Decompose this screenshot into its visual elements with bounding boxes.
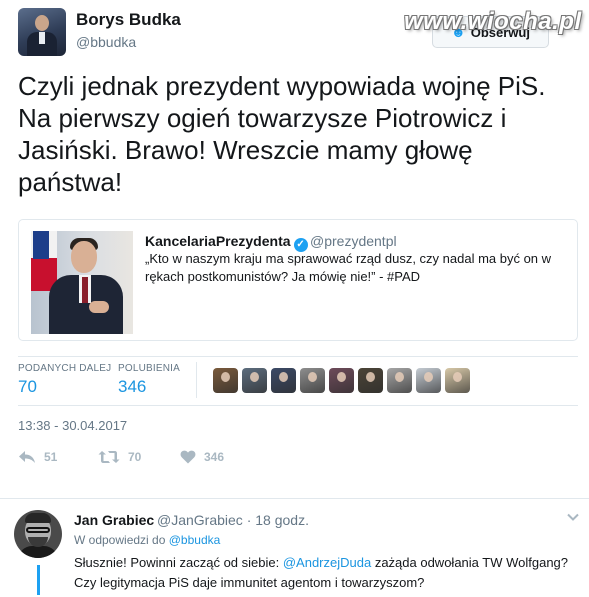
liker-face-shape (337, 372, 346, 382)
liker-face-shape (250, 372, 259, 382)
liker-face-shape (395, 372, 404, 382)
liker-face-shape (308, 372, 317, 382)
retweet-icon (98, 451, 120, 463)
image-hand (89, 301, 109, 313)
reply-mention-andrzejduda[interactable]: @AndrzejDuda (283, 555, 371, 570)
liker-face-shape (366, 372, 375, 382)
liker-face-shape (424, 372, 433, 382)
image-head (71, 241, 97, 273)
liker-face-shape (453, 372, 462, 382)
liker-avatar-4[interactable] (300, 368, 325, 393)
reply-icon (19, 451, 35, 463)
liker-avatar-1[interactable] (213, 368, 238, 393)
reply-text: Słusznie! Powinni zacząć od siebie: @And… (74, 553, 574, 593)
avatar-shirt (39, 32, 45, 44)
in-reply-to-mention[interactable]: @bbudka (169, 533, 221, 547)
liker-avatar-3[interactable] (271, 368, 296, 393)
avatar-head (35, 15, 49, 31)
quoted-tweet-image[interactable] (31, 231, 133, 334)
quoted-author-handle[interactable]: @prezydentpl (310, 233, 397, 249)
stats-top-divider (18, 356, 578, 357)
eu-flag-shape (33, 231, 49, 259)
reply-top-divider (0, 498, 589, 499)
quoted-author-name-text: KancelariaPrezydenta (145, 233, 291, 249)
liker-avatar-2[interactable] (242, 368, 267, 393)
liker-avatar-6[interactable] (358, 368, 383, 393)
liker-face-shape (279, 372, 288, 382)
likes-count[interactable]: 346 (118, 377, 146, 397)
thread-line (37, 565, 40, 595)
heart-icon (180, 450, 196, 464)
retweets-label[interactable]: PODANYCH DALEJ (18, 363, 111, 374)
reply-text-part1: Słusznie! Powinni zacząć od siebie: (74, 555, 283, 570)
liker-face-shape (221, 372, 230, 382)
author-name[interactable]: Borys Budka (76, 10, 181, 30)
reply-avatar-glasses (26, 527, 50, 533)
retweets-count[interactable]: 70 (18, 377, 37, 397)
in-reply-to: W odpowiedzi do @bbudka (74, 533, 220, 547)
reply-count: 51 (44, 450, 58, 464)
tweet-text: Czyli jednak prezydent wypowiada wojnę P… (18, 71, 546, 197)
author-handle[interactable]: @bbudka (76, 34, 136, 50)
like-count: 346 (204, 450, 225, 464)
like-action[interactable]: 346 (180, 450, 224, 464)
chevron-down-icon[interactable] (566, 510, 580, 524)
tweet-timestamp[interactable]: 13:38 - 30.04.2017 (18, 418, 127, 433)
reply-author-name[interactable]: Jan Grabiec (74, 512, 154, 528)
in-reply-to-prefix: W odpowiedzi do (74, 533, 166, 547)
liker-avatar-8[interactable] (416, 368, 441, 393)
reply-author-avatar[interactable] (14, 510, 62, 558)
likes-label[interactable]: POLUBIENIA (118, 363, 180, 374)
liker-avatar-9[interactable] (445, 368, 470, 393)
liker-avatar-5[interactable] (329, 368, 354, 393)
stats-bottom-divider (18, 405, 578, 406)
liker-avatar-7[interactable] (387, 368, 412, 393)
retweet-count: 70 (128, 450, 142, 464)
watermark: www.wiocha.pl (404, 8, 582, 35)
stats-separator (196, 362, 197, 398)
author-avatar[interactable] (18, 8, 66, 56)
image-tie (82, 277, 88, 303)
reply-action[interactable]: 51 (18, 450, 57, 464)
quoted-tweet-text: „Kto w naszym kraju ma sprawować rząd du… (145, 251, 552, 284)
reply-avatar-hair (25, 513, 51, 523)
retweet-action[interactable]: 70 (98, 450, 141, 464)
reply-author-meta[interactable]: @JanGrabiec · 18 godz. (157, 512, 309, 528)
reply-avatar-body (18, 546, 58, 558)
